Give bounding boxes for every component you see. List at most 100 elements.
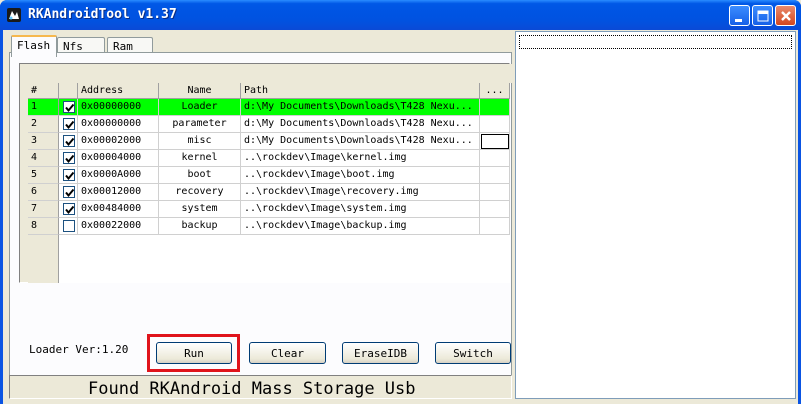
- table-row[interactable]: 3 0x00002000 misc d:\My Documents\Downloads…: [28, 133, 510, 150]
- row-checkbox[interactable]: [63, 186, 75, 198]
- table-row[interactable]: 4 0x00004000 kernel ..\rockdev\Image\kernel…: [28, 150, 510, 167]
- row-browse-cell[interactable]: [480, 150, 510, 167]
- row-checkbox-cell[interactable]: [59, 218, 78, 235]
- row-address[interactable]: 0x0000A000: [78, 167, 159, 184]
- row-browse-cell[interactable]: [480, 116, 510, 133]
- partition-grid[interactable]: # Address Name Path ... 1 0x00000000 Loade…: [19, 63, 512, 283]
- row-checkbox[interactable]: [63, 220, 75, 232]
- checkmark-icon: [65, 171, 75, 181]
- tab-flash[interactable]: Flash: [11, 35, 57, 57]
- row-checkbox[interactable]: [63, 169, 75, 181]
- row-name[interactable]: misc: [159, 133, 241, 150]
- app-window: RKAndroidTool v1.37 Flash Nfs Ram # Addr…: [0, 0, 801, 404]
- row-number: 6: [28, 184, 59, 201]
- row-checkbox-cell[interactable]: [59, 133, 78, 150]
- row-path[interactable]: ..\rockdev\Image\system.img: [241, 201, 480, 218]
- row-name[interactable]: Loader: [159, 99, 241, 116]
- erase-idb-button[interactable]: EraseIDB: [342, 342, 419, 364]
- row-name[interactable]: recovery: [159, 184, 241, 201]
- row-path[interactable]: d:\My Documents\Downloads\T428 Nexu...: [241, 133, 480, 150]
- grid-top-band: [28, 64, 512, 83]
- row-browse-cell[interactable]: [480, 218, 510, 235]
- row-path[interactable]: ..\rockdev\Image\recovery.img: [241, 184, 480, 201]
- flash-panel: # Address Name Path ... 1 0x00000000 Loade…: [9, 52, 512, 398]
- maximize-button[interactable]: [752, 5, 773, 26]
- status-bar: Found RKAndroid Mass Storage Usb: [9, 375, 512, 399]
- row-path[interactable]: ..\rockdev\Image\kernel.img: [241, 150, 480, 167]
- rockchip-app-icon: [7, 8, 21, 22]
- checkmark-icon: [65, 188, 75, 198]
- row-checkbox-cell[interactable]: [59, 116, 78, 133]
- row-name[interactable]: backup: [159, 218, 241, 235]
- grid-body: # Address Name Path ... 1 0x00000000 Loade…: [28, 83, 510, 283]
- row-address[interactable]: 0x00022000: [78, 218, 159, 235]
- row-name[interactable]: parameter: [159, 116, 241, 133]
- row-browse-cell[interactable]: [480, 99, 510, 116]
- row-name[interactable]: system: [159, 201, 241, 218]
- row-address[interactable]: 0x00484000: [78, 201, 159, 218]
- close-button[interactable]: [775, 5, 796, 26]
- table-row[interactable]: 1 0x00000000 Loader d:\My Documents\Downloa…: [28, 99, 510, 116]
- table-row[interactable]: 8 0x00022000 backup ..\rockdev\Image\backup…: [28, 218, 510, 235]
- maximize-icon: [757, 10, 769, 22]
- status-text: Found RKAndroid Mass Storage Usb: [88, 379, 416, 399]
- row-number: 7: [28, 201, 59, 218]
- row-number: 2: [28, 116, 59, 133]
- loader-version-label: Loader Ver:1.20: [29, 343, 129, 356]
- row-number: 1: [28, 99, 59, 116]
- minimize-button[interactable]: [729, 5, 750, 26]
- checkmark-icon: [65, 120, 75, 130]
- row-checkbox-cell[interactable]: [59, 201, 78, 218]
- tab-flash-label: Flash: [17, 39, 51, 52]
- row-checkbox[interactable]: [63, 101, 75, 113]
- row-path[interactable]: d:\My Documents\Downloads\T428 Nexu...: [241, 116, 480, 133]
- log-panel[interactable]: [515, 31, 796, 399]
- run-button[interactable]: Run: [156, 342, 232, 364]
- row-address[interactable]: 0x00000000: [78, 116, 159, 133]
- row-checkbox[interactable]: [63, 203, 75, 215]
- row-path[interactable]: d:\My Documents\Downloads\T428 Nexu...: [241, 99, 480, 116]
- col-header-path[interactable]: Path: [241, 83, 480, 99]
- col-header-more[interactable]: ...: [480, 83, 510, 99]
- row-address[interactable]: 0x00000000: [78, 99, 159, 116]
- col-header-check[interactable]: [59, 83, 78, 99]
- table-row[interactable]: 6 0x00012000 recovery ..\rockdev\Image\reco…: [28, 184, 510, 201]
- row-address[interactable]: 0x00012000: [78, 184, 159, 201]
- col-header-address[interactable]: Address: [78, 83, 159, 99]
- row-browse-cell[interactable]: [480, 133, 510, 150]
- table-row[interactable]: 5 0x0000A000 boot ..\rockdev\Image\boot.img: [28, 167, 510, 184]
- checkmark-icon: [65, 205, 75, 215]
- table-row[interactable]: 7 0x00484000 system ..\rockdev\Image\system…: [28, 201, 510, 218]
- table-row[interactable]: 2 0x00000000 parameter d:\My Documents\Down…: [28, 116, 510, 133]
- close-icon: [781, 11, 791, 21]
- col-header-num[interactable]: #: [28, 83, 59, 99]
- row-path[interactable]: ..\rockdev\Image\boot.img: [241, 167, 480, 184]
- row-checkbox-cell[interactable]: [59, 99, 78, 116]
- row-number: 5: [28, 167, 59, 184]
- minimize-icon: [735, 19, 742, 22]
- row-name[interactable]: kernel: [159, 150, 241, 167]
- row-checkbox[interactable]: [63, 118, 75, 130]
- log-focus-line: [519, 35, 792, 49]
- row-browse-cell[interactable]: [480, 184, 510, 201]
- row-browse-cell[interactable]: [480, 167, 510, 184]
- row-browse-cell[interactable]: [480, 201, 510, 218]
- row-checkbox[interactable]: [63, 152, 75, 164]
- client-area: Flash Nfs Ram # Address Name Path ... 1 …: [3, 30, 798, 404]
- row-address[interactable]: 0x00002000: [78, 133, 159, 150]
- row-path[interactable]: ..\rockdev\Image\backup.img: [241, 218, 480, 235]
- clear-button[interactable]: Clear: [249, 342, 326, 364]
- row-number: 3: [28, 133, 59, 150]
- row-number: 4: [28, 150, 59, 167]
- row-address[interactable]: 0x00004000: [78, 150, 159, 167]
- checkmark-icon: [65, 154, 75, 164]
- row-checkbox-cell[interactable]: [59, 184, 78, 201]
- title-bar[interactable]: RKAndroidTool v1.37: [0, 0, 801, 30]
- col-header-name[interactable]: Name: [159, 83, 241, 99]
- switch-button[interactable]: Switch: [435, 342, 511, 364]
- checkmark-icon: [65, 137, 75, 147]
- row-checkbox-cell[interactable]: [59, 167, 78, 184]
- row-checkbox-cell[interactable]: [59, 150, 78, 167]
- row-checkbox[interactable]: [63, 135, 75, 147]
- row-name[interactable]: boot: [159, 167, 241, 184]
